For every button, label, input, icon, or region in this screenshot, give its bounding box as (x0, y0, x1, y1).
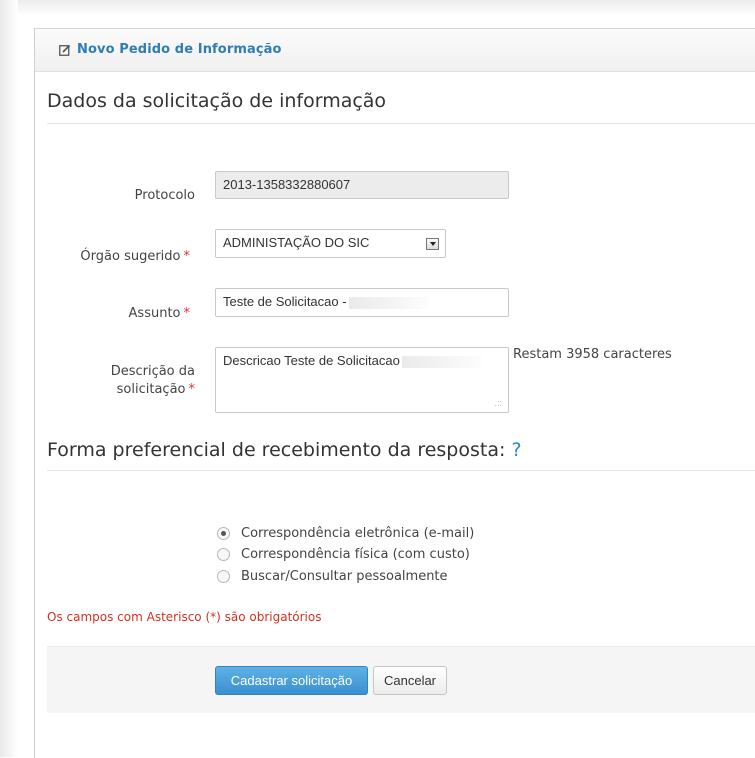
orgao-label-text: Órgão sugerido (80, 249, 181, 264)
panel-header: Novo Pedido de Informação (35, 29, 755, 72)
orgao-selected-value: ADMINISTAÇÃO DO SIC (223, 235, 370, 250)
assunto-label-text: Assunto (128, 306, 181, 321)
section-title-forma: Forma preferencial de recebimento da res… (47, 439, 522, 461)
descricao-textarea[interactable]: Descricao Teste de Solicitacao .:: (215, 347, 509, 413)
orgao-label: Órgão sugerido * (50, 248, 190, 266)
required-fields-note: Os campos com Asterisco (*) são obrigató… (47, 610, 322, 624)
resize-handle-icon[interactable]: .:: (494, 398, 502, 408)
submit-button[interactable]: Cadastrar solicitação (215, 666, 368, 695)
character-counter: Restam 3958 caracteres (513, 347, 672, 362)
panel-title: Novo Pedido de Informação (77, 42, 282, 57)
required-asterisk: * (183, 306, 191, 321)
assunto-input[interactable]: Teste de Solicitacao - (215, 288, 509, 317)
orgao-select[interactable]: ADMINISTAÇÃO DO SIC (215, 229, 446, 258)
page-left-shadow (0, 0, 18, 757)
descricao-label-line1: Descrição da (110, 364, 195, 379)
descricao-label: Descrição da solicitação * (55, 363, 195, 399)
help-link[interactable]: ? (511, 439, 521, 461)
edit-icon (59, 44, 71, 56)
cancel-button[interactable]: Cancelar (373, 666, 447, 695)
chevron-down-icon[interactable] (426, 238, 439, 250)
protocolo-field: 2013-1358332880607 (215, 171, 509, 199)
radio-label-fisica: Correspondência física (com custo) (241, 547, 470, 562)
redacted-text (348, 296, 429, 309)
section-divider (47, 470, 755, 471)
section-title-dados: Dados da solicitação de informação (47, 90, 387, 112)
protocolo-label: Protocolo (55, 187, 195, 205)
section-divider (47, 123, 755, 124)
radio-button-fisica[interactable] (217, 548, 230, 561)
redacted-text (401, 355, 482, 368)
protocolo-value: 2013-1358332880607 (223, 177, 351, 192)
section-title-forma-text: Forma preferencial de recebimento da res… (47, 439, 506, 461)
descricao-label-line2: solicitação (116, 382, 186, 397)
radio-button-email[interactable] (217, 527, 230, 540)
form-actions: Cadastrar solicitação Cancelar (47, 646, 755, 713)
radio-label-pessoalmente: Buscar/Consultar pessoalmente (241, 569, 448, 584)
descricao-value: Descricao Teste de Solicitacao (223, 353, 400, 368)
assunto-value: Teste de Solicitacao - (223, 294, 347, 309)
protocolo-label-text: Protocolo (134, 188, 195, 203)
required-asterisk: * (183, 249, 191, 264)
assunto-label: Assunto * (50, 305, 190, 323)
radio-button-pessoalmente[interactable] (217, 570, 230, 583)
radio-label-email: Correspondência eletrônica (e-mail) (241, 526, 475, 541)
page-top-shadow (0, 0, 755, 16)
required-asterisk: * (188, 382, 196, 397)
